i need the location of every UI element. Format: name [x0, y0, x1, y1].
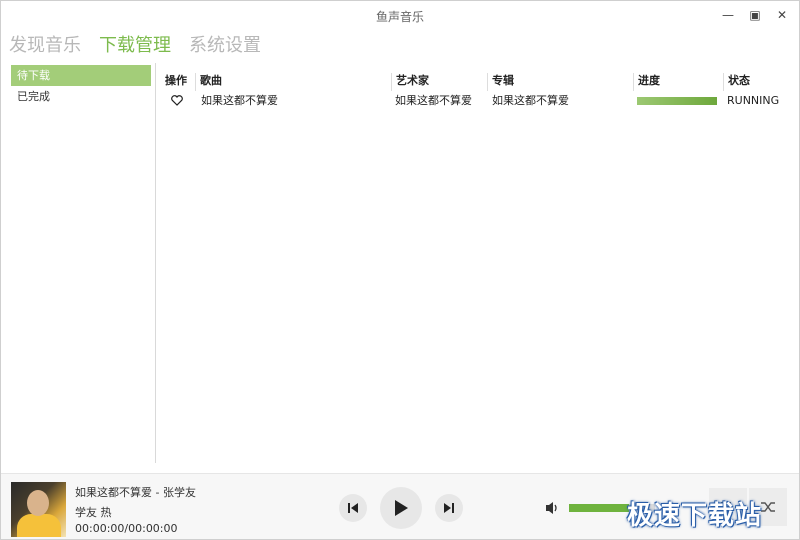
tab-system-settings[interactable]: 系统设置 — [189, 33, 261, 61]
play-icon — [395, 500, 408, 516]
header-progress[interactable]: 进度 — [633, 73, 660, 91]
next-icon — [444, 503, 454, 513]
table-header: 操作 歌曲 艺术家 专辑 进度 状态 — [157, 71, 799, 91]
close-button[interactable]: ✕ — [773, 7, 791, 23]
now-playing-subtitle: 学友 热 — [75, 506, 112, 519]
shuffle-icon — [761, 502, 775, 512]
playback-time: 00:00:00/00:00:00 — [75, 522, 178, 535]
cell-song: 如果这都不算爱 — [201, 94, 278, 107]
play-button[interactable] — [380, 487, 422, 529]
next-button[interactable] — [435, 494, 463, 522]
main-nav: 发现音乐 下载管理 系统设置 — [9, 33, 261, 61]
download-sidebar: 待下载 已完成 — [1, 63, 156, 463]
header-action[interactable]: 操作 — [161, 73, 187, 91]
cell-status: RUNNING — [727, 94, 780, 107]
cell-artist: 如果这都不算爱 — [395, 94, 472, 107]
table-row[interactable]: 如果这都不算爱 如果这都不算爱 如果这都不算爱 RUNNING — [157, 91, 799, 111]
sidebar-item-completed[interactable]: 已完成 — [11, 86, 151, 107]
download-progress-fill — [637, 97, 717, 105]
previous-button[interactable] — [339, 494, 367, 522]
volume-fill — [569, 504, 630, 512]
tab-download-manager[interactable]: 下载管理 — [99, 33, 171, 61]
volume-icon[interactable] — [545, 501, 561, 515]
header-artist[interactable]: 艺术家 — [391, 73, 429, 91]
cell-album: 如果这都不算爱 — [492, 94, 569, 107]
header-song[interactable]: 歌曲 — [195, 73, 222, 91]
minimize-button[interactable]: — — [719, 7, 737, 23]
header-album[interactable]: 专辑 — [487, 73, 514, 91]
header-status[interactable]: 状态 — [723, 73, 750, 91]
heart-icon[interactable] — [167, 95, 183, 111]
download-table: 操作 歌曲 艺术家 专辑 进度 状态 如果这都不算爱 如果这都不算爱 如果这都不… — [157, 71, 799, 111]
download-progress-bar — [637, 97, 717, 105]
album-cover[interactable] — [11, 482, 66, 537]
app-title: 鱼声音乐 — [375, 10, 424, 24]
tab-discover-music[interactable]: 发现音乐 — [9, 33, 81, 61]
previous-icon — [348, 503, 358, 513]
watermark: 极速下载站 — [627, 501, 763, 531]
maximize-button[interactable]: ▣ — [746, 7, 764, 23]
title-bar: 鱼声音乐 — ▣ ✕ — [1, 1, 799, 29]
app-window: 鱼声音乐 — ▣ ✕ 发现音乐 下载管理 系统设置 待下载 已完成 操作 歌曲 … — [0, 0, 800, 540]
now-playing-title: 如果这都不算爱 - 张学友 — [75, 486, 196, 499]
sidebar-item-pending[interactable]: 待下载 — [11, 65, 151, 86]
